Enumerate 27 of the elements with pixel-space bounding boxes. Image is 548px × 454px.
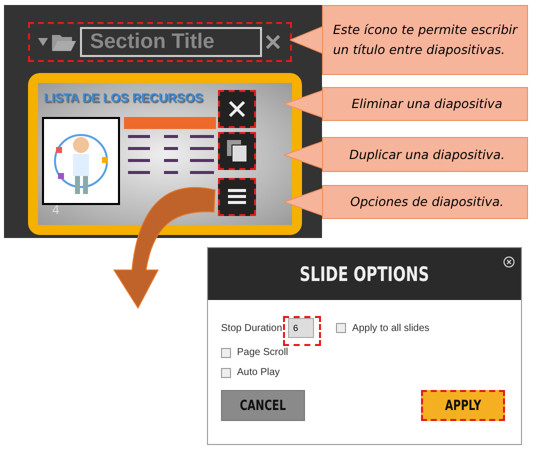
stop-duration-label: Stop Duration [221,322,282,334]
delete-slide-button[interactable] [218,90,256,128]
checkbox[interactable] [221,368,231,378]
copy-icon [226,139,248,163]
section-title-field[interactable]: Section Title [80,27,262,57]
callout-pointer [284,188,324,216]
callout-pointer [284,141,324,169]
duplicate-slide-button[interactable] [218,132,256,170]
checkbox[interactable] [221,348,231,358]
callout-text: Este ícono te permite escribir un título entre diapositivas. [322,5,528,75]
menu-icon [228,189,246,205]
folder-icon [52,33,76,51]
checkbox-label: Auto Play [237,367,280,378]
apply-button[interactable]: APPLY [421,390,505,421]
close-icon[interactable] [266,35,280,49]
stop-duration-field[interactable]: 6 [288,318,314,338]
checkbox-label: Page Scroll [237,347,288,358]
dialog-title: SLIDE OPTIONS [300,262,430,286]
callout-pointer [290,26,324,54]
checkbox[interactable] [336,323,346,333]
callout-pointer [284,90,324,118]
caret-icon [38,38,48,46]
cancel-button[interactable]: CANCEL [221,390,305,421]
checkbox-label: Apply to all slides [352,322,430,334]
options-slide-button[interactable] [218,178,256,216]
close-icon [227,99,247,119]
slide-title: LISTA DE LOS RECURSOS [44,91,204,105]
